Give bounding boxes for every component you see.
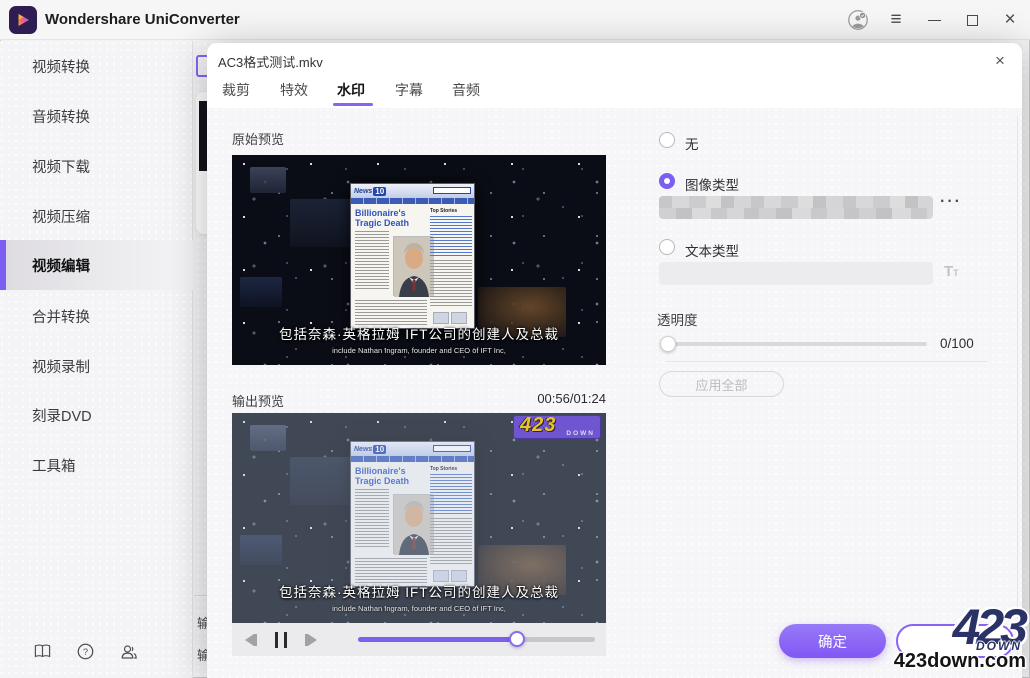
ok-button[interactable]: 确定 bbox=[779, 624, 886, 658]
original-preview-label: 原始预览 bbox=[232, 129, 284, 148]
video-subtitle-en: include Nathan Ingram, founder and CEO o… bbox=[232, 346, 606, 355]
pause-button[interactable] bbox=[266, 632, 296, 648]
playback-controls bbox=[232, 623, 606, 656]
background-divider bbox=[194, 595, 207, 596]
video-subtitle-en: include Nathan Ingram, founder and CEO o… bbox=[232, 604, 606, 613]
playback-timestamp: 00:56/01:24 bbox=[506, 391, 606, 406]
sidebar-item-toolbox[interactable]: 工具箱 bbox=[0, 440, 193, 490]
output-preview-video: News10 Billionaire'sTragic Death bbox=[232, 413, 606, 623]
tab-crop[interactable]: 裁剪 bbox=[222, 80, 250, 100]
sidebar-item-video-edit[interactable]: 视频编辑 bbox=[0, 240, 193, 290]
sidebar: 视频转换 音频转换 视频下载 视频压缩 视频编辑 合并转换 视频录制 刻录DVD… bbox=[0, 41, 193, 678]
help-question-icon[interactable]: ? bbox=[77, 643, 94, 660]
webpage-search-box bbox=[433, 187, 471, 194]
portrait-photo bbox=[393, 236, 433, 296]
video-subtitle-cn: 包括奈森·英格拉姆 IFT公司的创建人及总裁 bbox=[232, 581, 606, 601]
dialog-close-icon[interactable]: × bbox=[990, 51, 1010, 71]
account-icon[interactable] bbox=[848, 10, 868, 30]
sidebar-item-video-download[interactable]: 视频下载 bbox=[0, 141, 193, 191]
hamburger-menu-icon[interactable]: ≡ bbox=[886, 10, 906, 30]
sidebar-item-audio-convert[interactable]: 音频转换 bbox=[0, 91, 193, 141]
webpage-nav-bar bbox=[351, 198, 474, 204]
radio-text-type-label[interactable]: 文本类型 bbox=[685, 240, 739, 260]
minimize-button[interactable] bbox=[924, 10, 944, 30]
previous-frame-button[interactable] bbox=[236, 634, 266, 646]
user-guide-book-icon[interactable] bbox=[34, 644, 51, 659]
section-divider bbox=[665, 361, 987, 362]
radio-text-type[interactable] bbox=[659, 239, 675, 255]
video-subtitle-cn: 包括奈森·英格拉姆 IFT公司的创建人及总裁 bbox=[232, 323, 606, 343]
app-logo-icon bbox=[9, 6, 37, 34]
svg-text:?: ? bbox=[83, 647, 88, 657]
edit-dialog: AC3格式测试.mkv × 裁剪 特效 水印 字幕 音频 原始预览 News10 bbox=[207, 43, 1022, 678]
opacity-value: 0/100 bbox=[940, 336, 974, 351]
app-window: Wondershare UniConverter ≡ × 视频转换 音频转换 视… bbox=[0, 0, 1030, 678]
tab-audio[interactable]: 音频 bbox=[452, 80, 480, 100]
radio-image-type-label[interactable]: 图像类型 bbox=[685, 174, 739, 194]
sidebar-item-video-convert[interactable]: 视频转换 bbox=[0, 41, 193, 91]
app-title: Wondershare UniConverter bbox=[45, 11, 240, 28]
apply-all-button[interactable]: 应用全部 bbox=[659, 371, 784, 397]
title-bar: Wondershare UniConverter ≡ × bbox=[0, 0, 1030, 40]
watermark-423-badge: 423 DOWN bbox=[514, 416, 600, 438]
playback-progress-thumb[interactable] bbox=[509, 631, 525, 647]
sidebar-item-screen-record[interactable]: 视频录制 bbox=[0, 341, 193, 391]
radio-image-type[interactable] bbox=[659, 173, 675, 189]
radio-none-label[interactable]: 无 bbox=[685, 133, 699, 153]
tab-subtitle[interactable]: 字幕 bbox=[395, 80, 423, 100]
close-button[interactable]: × bbox=[1000, 10, 1020, 30]
maximize-button[interactable] bbox=[962, 10, 982, 30]
next-frame-button[interactable] bbox=[296, 634, 326, 646]
community-people-icon[interactable] bbox=[120, 644, 138, 660]
original-preview-video: News10 Billionaire'sTragic Death bbox=[232, 155, 606, 365]
opacity-slider-thumb[interactable] bbox=[660, 336, 676, 352]
sidebar-item-burn-dvd[interactable]: 刻录DVD bbox=[0, 390, 193, 440]
opacity-slider[interactable] bbox=[660, 342, 927, 346]
tab-watermark[interactable]: 水印 bbox=[337, 80, 365, 100]
cancel-button[interactable] bbox=[896, 624, 1014, 658]
output-preview-label: 输出预览 bbox=[232, 391, 284, 410]
tab-effects[interactable]: 特效 bbox=[280, 80, 308, 100]
news-webpage-graphic: News10 Billionaire'sTragic Death bbox=[350, 183, 475, 329]
scrollbar-track[interactable] bbox=[1017, 116, 1018, 671]
sidebar-item-merge-convert[interactable]: 合并转换 bbox=[0, 291, 193, 341]
watermark-text-input[interactable] bbox=[659, 262, 933, 285]
dialog-content: 原始预览 News10 Billionaire'sTragic Death bbox=[207, 108, 1022, 678]
browse-more-button[interactable]: ··· bbox=[940, 193, 962, 211]
opacity-label: 透明度 bbox=[657, 309, 698, 329]
playback-progress-fill bbox=[358, 637, 517, 642]
image-path-input[interactable] bbox=[659, 196, 933, 219]
dialog-title: AC3格式测试.mkv bbox=[218, 52, 323, 71]
sidebar-item-video-compress[interactable]: 视频压缩 bbox=[0, 191, 193, 241]
tab-bar: 裁剪 特效 水印 字幕 音频 bbox=[207, 80, 1022, 108]
font-settings-icon[interactable]: TT bbox=[944, 263, 959, 280]
playback-progress-slider[interactable] bbox=[358, 637, 595, 642]
active-tab-indicator bbox=[333, 103, 373, 106]
radio-none[interactable] bbox=[659, 132, 675, 148]
